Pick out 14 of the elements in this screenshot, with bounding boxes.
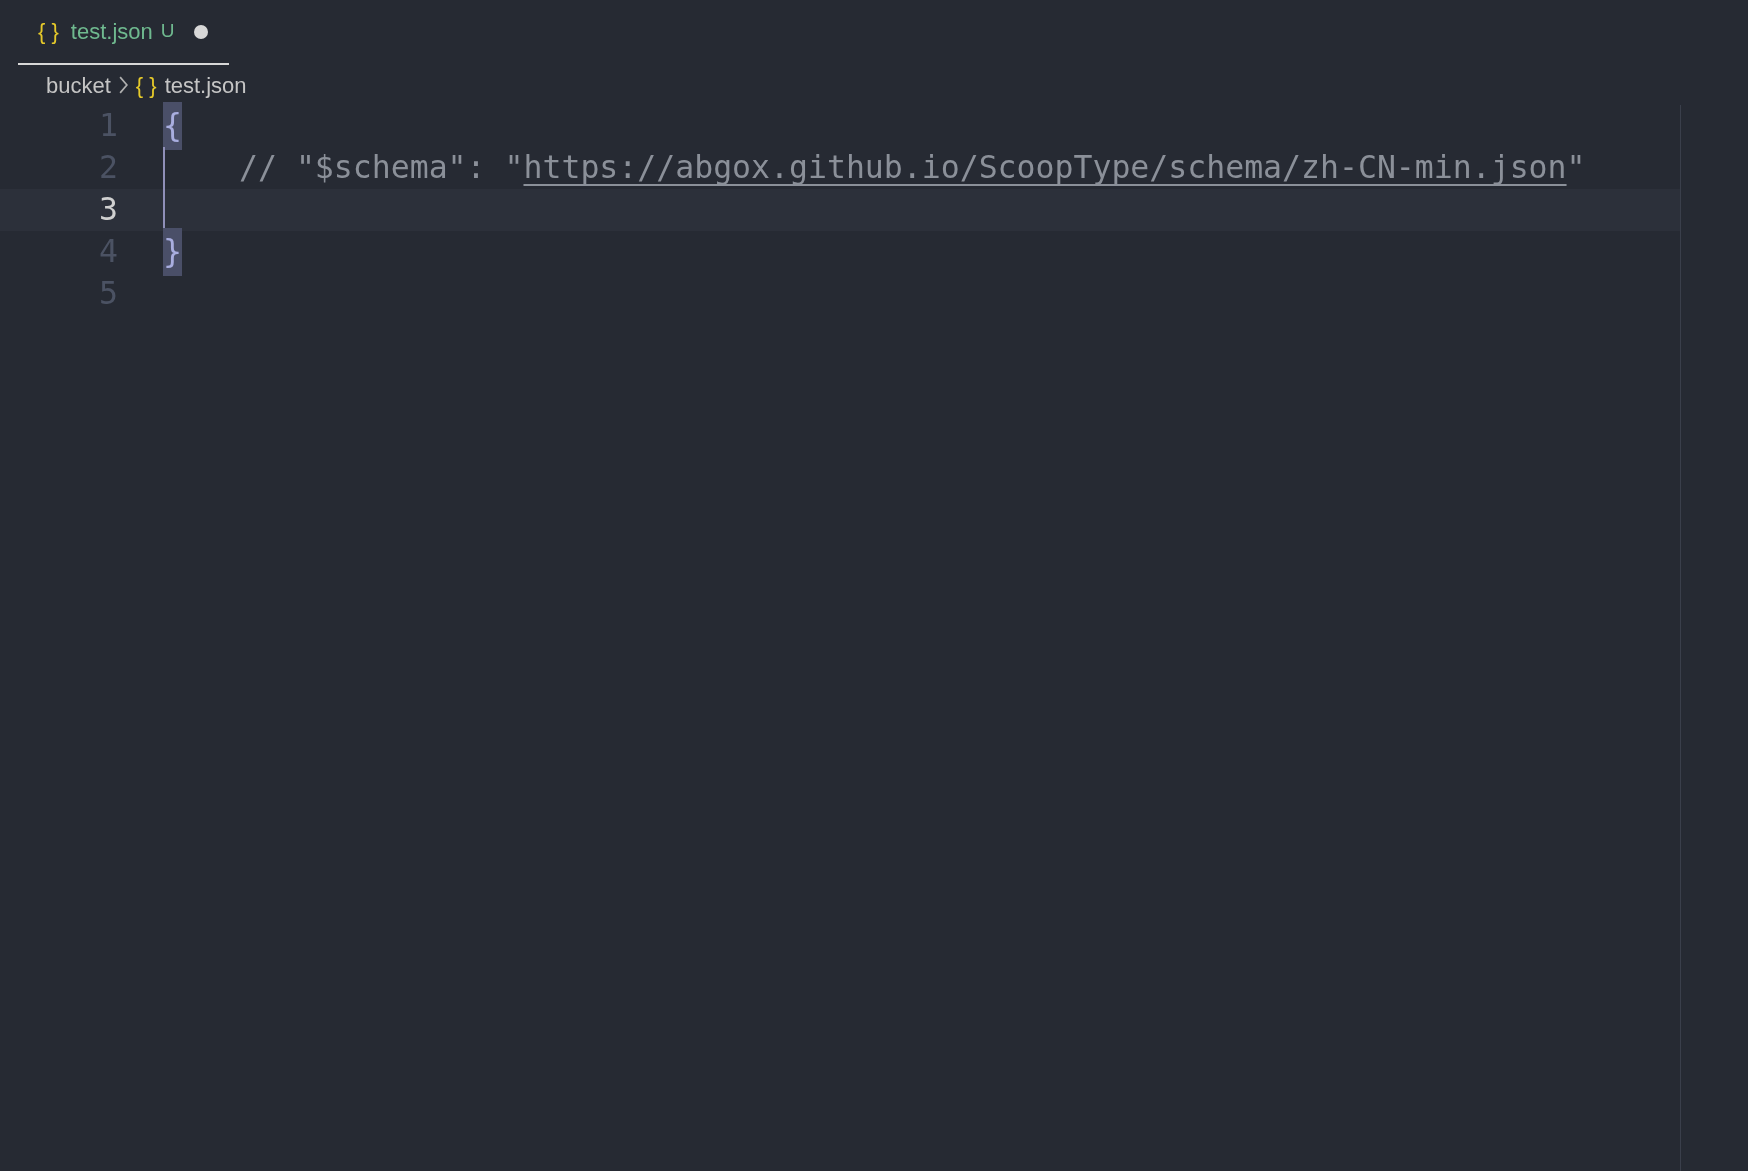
chevron-right-icon: [118, 76, 128, 94]
comment-text: // "$schema": ": [239, 148, 524, 188]
tab-label: test.json: [70, 18, 153, 46]
bracket: }: [163, 228, 182, 276]
line-number: 3: [98, 194, 118, 226]
status-letter: U: [160, 19, 175, 44]
comment-text: ": [1566, 148, 1586, 188]
bracket: {: [163, 102, 182, 150]
url-link[interactable]: https://abgox.github.io/ScoopType/schema/zh-CN-min.json: [523, 144, 1567, 192]
breadcrumb-item[interactable]: bucket: [46, 68, 111, 102]
breadcrumb-item[interactable]: test.json: [164, 68, 247, 102]
json-file-icon: { }: [38, 15, 59, 48]
editor-tab[interactable]: { } test.json U: [18, 0, 229, 65]
json-file-icon: { }: [135, 68, 157, 102]
